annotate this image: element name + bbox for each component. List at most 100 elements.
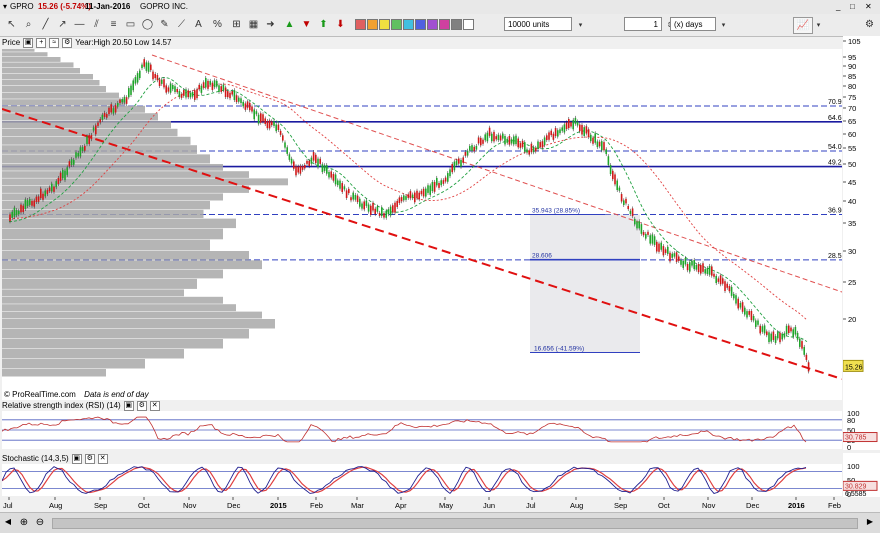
color-swatch-7[interactable] — [427, 19, 438, 30]
chart-type-icon[interactable]: 📈 — [793, 17, 813, 34]
candle-body — [524, 142, 526, 152]
scroll-left-icon[interactable]: ◀ — [2, 517, 14, 529]
x-tick-label: Aug — [49, 501, 62, 510]
candle-body — [66, 167, 68, 175]
color-swatch-4[interactable] — [391, 19, 402, 30]
maximize-button[interactable]: □ — [850, 2, 855, 11]
candle-body — [147, 62, 150, 72]
candle-body — [180, 94, 183, 98]
color-swatch-6[interactable] — [415, 19, 426, 30]
color-swatch-2[interactable] — [367, 19, 378, 30]
ellipse-tool-icon[interactable]: ◯ — [140, 17, 155, 32]
price-tick-label: 95 — [848, 53, 856, 62]
stoch-chart-area[interactable] — [1, 464, 842, 496]
panel-config-icon[interactable]: ▣ — [23, 37, 34, 48]
volume-profile-bar — [2, 193, 223, 201]
x-tick-label: Dec — [227, 501, 241, 510]
candle-body — [128, 88, 130, 98]
pencil-tool-icon[interactable]: ✎ — [157, 17, 172, 32]
time-scrollbar[interactable]: ◀ ⊕ ⊖ ▶ — [0, 512, 880, 533]
panel-add-icon[interactable]: + — [36, 37, 47, 48]
candle-body — [62, 169, 64, 179]
candle-body — [554, 128, 557, 137]
panel-indicator-icon[interactable]: ≈ — [49, 37, 60, 48]
rsi-value-label: 30.785 — [845, 435, 867, 442]
fib-tool-icon[interactable]: ≡ — [106, 17, 121, 32]
percent-tool-icon[interactable]: % — [210, 17, 225, 32]
channel-tool-icon[interactable]: ⫽ — [89, 17, 104, 32]
line-tool-icon[interactable]: ╱ — [38, 17, 53, 32]
close-button[interactable]: ✕ — [865, 2, 872, 11]
gann-tool-icon[interactable]: ⟋ — [174, 17, 189, 32]
period-count-field[interactable]: 1 — [624, 17, 662, 31]
candle-body — [433, 181, 436, 192]
ray-tool-icon[interactable]: ↗ — [55, 17, 70, 32]
zoom-in-icon[interactable]: ⊕ — [18, 517, 30, 529]
candle-body — [581, 124, 583, 135]
candle-body — [106, 114, 108, 118]
arrow-up-icon[interactable]: ⬆ — [316, 17, 331, 32]
price-tick-label: 70 — [848, 104, 856, 113]
candle-body — [359, 198, 361, 207]
pointer-icon[interactable]: ↖ — [4, 17, 19, 32]
candle-body — [579, 124, 581, 132]
rsi-tick-label: 80 — [847, 416, 855, 425]
rsi-settings-icon[interactable]: ⚙ — [136, 400, 147, 411]
rsi-close-icon[interactable]: ✕ — [149, 400, 160, 411]
x-tick-label: Sep — [94, 501, 107, 510]
stoch-config-icon[interactable]: ▣ — [71, 453, 82, 464]
price-chart-area[interactable]: 70.9 64.69 54.06 49.28 36.94 28.56 35.943 (28.… — [1, 42, 846, 400]
color-swatch-3[interactable] — [379, 19, 390, 30]
arrow-right-icon[interactable]: ➜ — [263, 17, 278, 32]
candle-body — [35, 196, 38, 203]
hline-tool-icon[interactable]: — — [72, 17, 87, 32]
color-swatch-1[interactable] — [355, 19, 366, 30]
color-swatch-10[interactable] — [463, 19, 474, 30]
candle-body — [400, 197, 403, 202]
candle-body — [315, 154, 317, 164]
candle-body — [774, 336, 777, 343]
candle-body — [271, 121, 273, 126]
color-swatch-9[interactable] — [451, 19, 462, 30]
period-unit-dropdown-icon[interactable]: ▾ — [716, 17, 731, 32]
rectangle-tool-icon[interactable]: ▭ — [123, 17, 138, 32]
candle-body — [301, 166, 304, 170]
period-unit-field[interactable]: (x) days — [670, 17, 716, 31]
candle-body — [218, 85, 220, 92]
candle-body — [108, 107, 110, 115]
scroll-right-icon[interactable]: ▶ — [864, 517, 876, 529]
units-dropdown-icon[interactable]: ▾ — [573, 17, 588, 32]
arrow-down-red-icon[interactable]: ▼ — [299, 17, 314, 32]
stoch-axis: 100 50 0 30.829 6.5585 — [842, 453, 880, 499]
x-tick-label: Feb — [828, 501, 841, 510]
volume-profile-bar — [2, 311, 262, 319]
stoch-settings-icon[interactable]: ⚙ — [84, 453, 95, 464]
candle-body — [779, 332, 781, 343]
arrow-down-icon[interactable]: ⬇ — [333, 17, 348, 32]
scroll-thumb[interactable] — [52, 518, 858, 529]
panel-settings-icon[interactable]: ⚙ — [62, 37, 73, 48]
candle-body — [807, 362, 810, 372]
color-swatch-5[interactable] — [403, 19, 414, 30]
stoch-close-icon[interactable]: ✕ — [97, 453, 108, 464]
text-tool-icon[interactable]: A — [191, 17, 206, 32]
zoom-icon[interactable]: ⌕ — [21, 17, 36, 32]
rsi-config-icon[interactable]: ▣ — [123, 400, 134, 411]
units-field[interactable]: 10000 units — [504, 17, 572, 31]
calculator-icon[interactable]: ▦ — [246, 17, 261, 32]
candle-body — [656, 241, 658, 252]
minimize-button[interactable]: _ — [836, 2, 840, 11]
volume-profile-bar — [2, 136, 191, 145]
rsi-chart-area[interactable] — [1, 411, 842, 449]
grid-tool-icon[interactable]: ⊞ — [229, 17, 244, 32]
candle-body — [246, 101, 249, 108]
zoom-out-icon[interactable]: ⊖ — [34, 517, 46, 529]
candle-body — [383, 213, 385, 218]
arrow-up-green-icon[interactable]: ▲ — [282, 17, 297, 32]
menu-arrow-icon[interactable]: ▾ — [3, 2, 7, 11]
settings-icon[interactable]: ⚙ — [862, 17, 877, 32]
stoch-chart-svg — [1, 466, 842, 495]
candle-body — [332, 174, 335, 181]
color-swatch-8[interactable] — [439, 19, 450, 30]
chart-type-dropdown-icon[interactable]: ▾ — [811, 17, 826, 32]
